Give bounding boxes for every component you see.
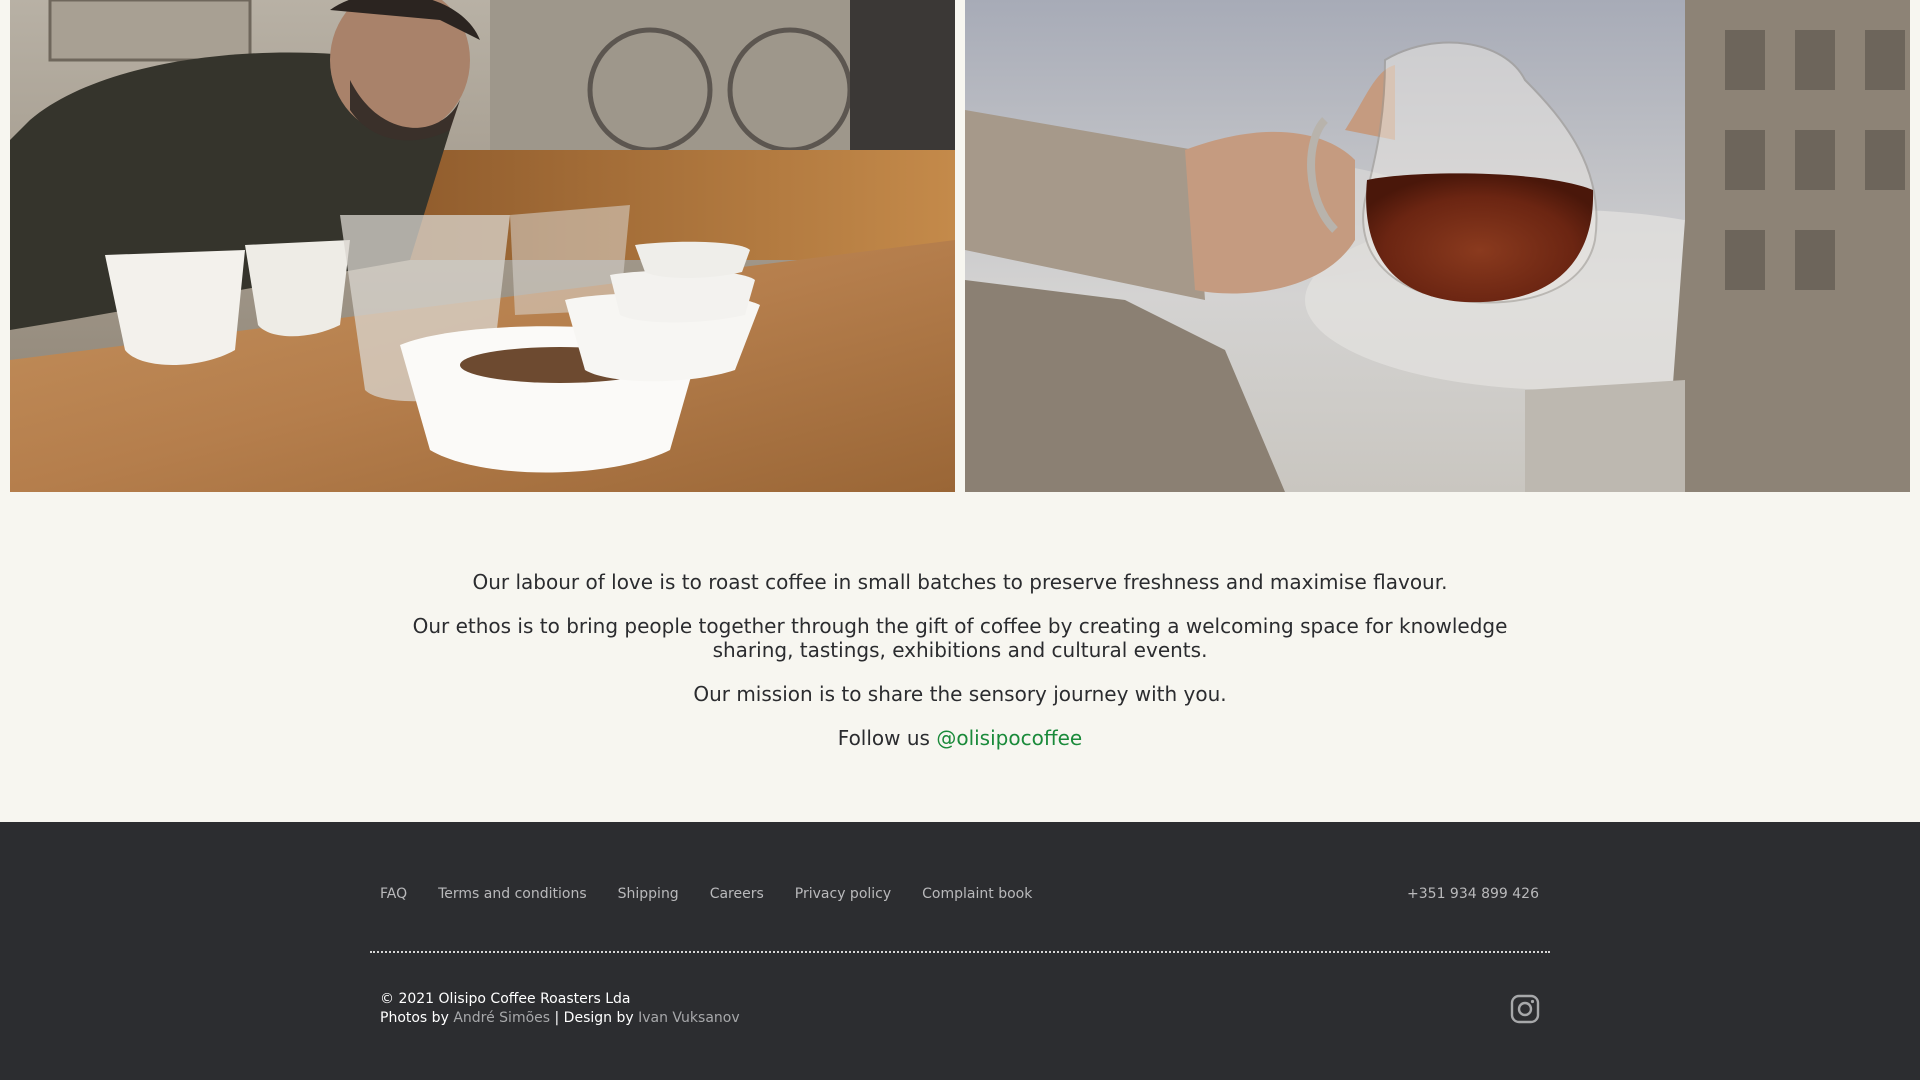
about-line-ethos: Our ethos is to bring people together th… (0, 614, 1920, 662)
copyright: © 2021 Olisipo Coffee Roasters Lda (380, 991, 631, 1007)
footer-link-faq[interactable]: FAQ (380, 886, 407, 902)
photos-by-label: Photos by (380, 1010, 449, 1026)
footer-link-shipping[interactable]: Shipping (618, 886, 679, 902)
about-line-mission: Our mission is to share the sensory jour… (693, 682, 1227, 706)
carafe-photo (965, 0, 1910, 492)
site-footer: FAQ Terms and conditions Shipping Career… (0, 822, 1920, 1080)
footer-link-complaint-book[interactable]: Complaint book (922, 886, 1032, 902)
footer-link-privacy[interactable]: Privacy policy (795, 886, 891, 902)
photo-gallery (0, 0, 1920, 492)
cupping-image (10, 0, 955, 492)
instagram-icon[interactable] (1510, 994, 1540, 1024)
phone-number[interactable]: +351 934 899 426 (1407, 886, 1539, 902)
footer-nav: FAQ Terms and conditions Shipping Career… (380, 886, 1032, 902)
footer-link-careers[interactable]: Careers (710, 886, 764, 902)
designer-link[interactable]: Ivan Vuksanov (638, 1010, 740, 1026)
about-line-ethos-2: sharing, tastings, exhibitions and cultu… (712, 638, 1208, 662)
photo-design-credits: Photos by André Simões | Design by Ivan … (380, 1009, 740, 1028)
about-section: Our labour of love is to roast coffee in… (0, 492, 1920, 822)
instagram-handle-link[interactable]: @olisipocoffee (936, 726, 1082, 750)
follow-us: Follow us @olisipocoffee (0, 726, 1920, 750)
cupping-photo (10, 0, 955, 492)
about-line-labour: Our labour of love is to roast coffee in… (472, 570, 1448, 594)
footer-credits: © 2021 Olisipo Coffee Roasters Lda Photo… (380, 990, 740, 1028)
carafe-image (965, 0, 1910, 492)
footer-divider (370, 951, 1550, 953)
design-by-label: | Design by (554, 1010, 634, 1026)
photographer-link[interactable]: André Simões (453, 1010, 550, 1026)
footer-link-terms[interactable]: Terms and conditions (438, 886, 587, 902)
about-line-ethos-1: Our ethos is to bring people together th… (412, 614, 1508, 638)
follow-us-label: Follow us (837, 726, 930, 750)
